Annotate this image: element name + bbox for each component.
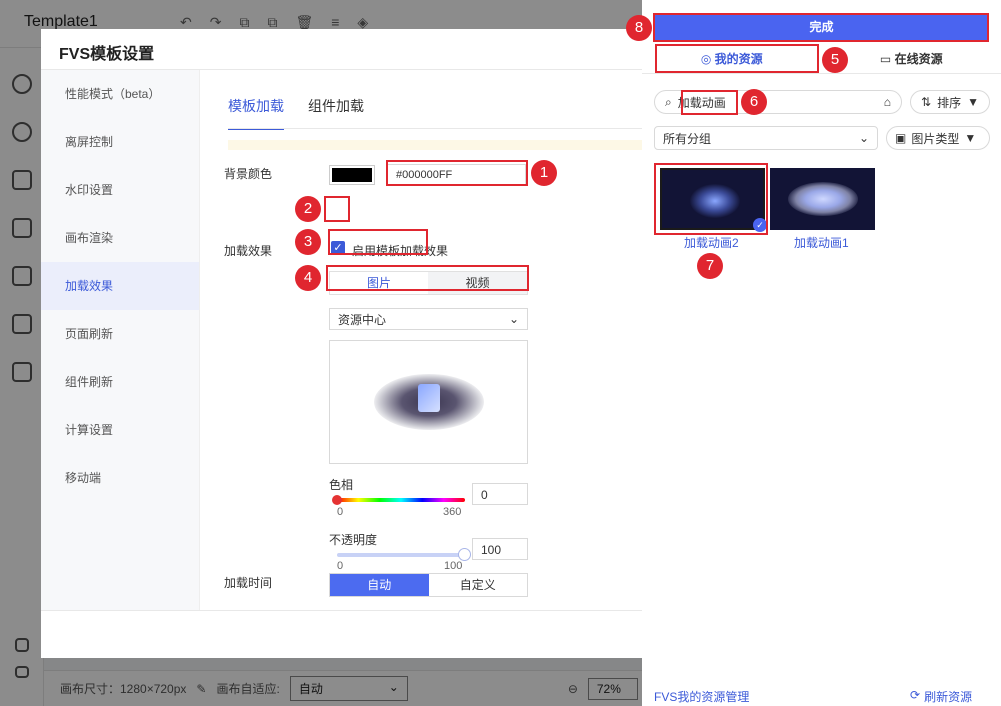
highlight-done	[653, 13, 989, 42]
annotation-badge-2: 2	[295, 196, 321, 222]
store-icon: ▭	[879, 52, 892, 66]
highlight-checkbox	[324, 196, 350, 222]
opacity-input[interactable]: 100	[472, 538, 528, 560]
highlight-image-tab	[328, 229, 428, 255]
hue-min: 0	[337, 506, 344, 518]
image-icon: ▣	[895, 131, 907, 145]
image-type-select[interactable]: ▣ 图片类型 ▼	[886, 126, 990, 150]
hue-slider-handle[interactable]	[332, 495, 342, 505]
sort-icon: ⇅	[921, 95, 932, 109]
highlight-source-select	[326, 265, 529, 291]
effect-label: 加载效果	[224, 244, 273, 258]
loading-time-toggle: 自动 自定义	[329, 573, 528, 597]
time-auto-option[interactable]: 自动	[330, 574, 429, 596]
hue-max: 360	[443, 506, 462, 518]
menu-item-loading-effect[interactable]: 加载效果	[41, 262, 199, 310]
menu-item-watermark[interactable]: 水印设置	[41, 166, 199, 214]
opacity-label: 不透明度	[329, 533, 378, 547]
search-icon: ⌕	[665, 94, 672, 109]
template-settings-modal: FVS模板设置 性能模式（beta） 离屏控制 水印设置 画布渲染 加载效果 页…	[41, 29, 661, 658]
loading-animation-image	[373, 374, 484, 430]
menu-item-widget-refresh[interactable]: 组件刷新	[41, 358, 199, 406]
menu-item-compute[interactable]: 计算设置	[41, 406, 199, 454]
refresh-icon: ⟳	[910, 688, 921, 702]
swatch-fill	[332, 168, 372, 182]
tab-divider	[228, 128, 661, 129]
annotation-badge-1: 1	[531, 160, 557, 186]
hue-label: 色相	[329, 478, 354, 492]
annotation-badge-7: 7	[697, 253, 723, 279]
settings-content: 模板加载 组件加载 背景颜色 #000000FF 加载效果 ✓ 启用模板加载效果…	[200, 70, 661, 610]
caret-down-icon: ▼	[964, 131, 977, 145]
settings-menu: 性能模式（beta） 离屏控制 水印设置 画布渲染 加载效果 页面刷新 组件刷新…	[41, 70, 200, 610]
bg-color-label: 背景颜色	[224, 167, 273, 181]
modal-footer	[41, 610, 661, 658]
tab-online-resources[interactable]: ▭ 在线资源	[822, 44, 1001, 73]
modal-title: FVS模板设置	[41, 29, 661, 70]
highlight-thumb	[654, 163, 768, 235]
menu-item-performance[interactable]: 性能模式（beta）	[41, 70, 199, 118]
annotation-badge-5: 5	[822, 47, 848, 73]
annotation-badge-4: 4	[295, 265, 321, 291]
opacity-max: 100	[444, 560, 463, 572]
caret-down-icon: ▼	[967, 95, 979, 109]
color-swatch[interactable]	[329, 165, 375, 185]
refresh-resources-button[interactable]: ⟳ 刷新资源	[910, 688, 972, 705]
group-select[interactable]: 所有分组 ⌄	[654, 126, 878, 150]
highlight-my-resources	[655, 44, 819, 73]
hue-input[interactable]: 0	[472, 483, 528, 505]
opacity-min: 0	[337, 560, 344, 572]
time-label: 加载时间	[224, 576, 273, 590]
chevron-down-icon: ⌄	[508, 312, 519, 326]
shop-icon[interactable]: ⌂	[884, 95, 891, 109]
source-select[interactable]: 资源中心 ⌄	[329, 308, 528, 330]
annotation-badge-3: 3	[295, 229, 321, 255]
annotation-badge-8: 8	[626, 15, 652, 41]
time-custom-option[interactable]: 自定义	[429, 574, 528, 596]
menu-item-canvas-render[interactable]: 画布渲染	[41, 214, 199, 262]
loading-preview	[329, 340, 528, 464]
highlight-search	[681, 90, 738, 115]
thumb-image	[788, 182, 858, 216]
resource-name-2[interactable]: 加载动画1	[794, 234, 849, 251]
sort-button[interactable]: ⇅ 排序 ▼	[910, 90, 990, 114]
hue-slider-track[interactable]	[337, 498, 465, 502]
highlight-hex-input	[386, 160, 528, 186]
tab-widget-loading[interactable]: 组件加载	[308, 96, 364, 130]
notice-bar	[228, 140, 661, 150]
manage-resources-link[interactable]: FVS我的资源管理	[654, 688, 749, 705]
tab-template-loading[interactable]: 模板加载	[228, 96, 284, 130]
resource-thumb-2[interactable]	[770, 168, 875, 230]
chevron-down-icon: ⌄	[858, 131, 869, 145]
opacity-slider-track[interactable]	[337, 553, 465, 557]
annotation-badge-6: 6	[741, 89, 767, 115]
resource-name-1[interactable]: 加载动画2	[684, 234, 739, 251]
loading-tabs: 模板加载 组件加载	[228, 96, 364, 130]
menu-item-offscreen[interactable]: 离屏控制	[41, 118, 199, 166]
menu-item-mobile[interactable]: 移动端	[41, 454, 199, 502]
menu-item-page-refresh[interactable]: 页面刷新	[41, 310, 199, 358]
